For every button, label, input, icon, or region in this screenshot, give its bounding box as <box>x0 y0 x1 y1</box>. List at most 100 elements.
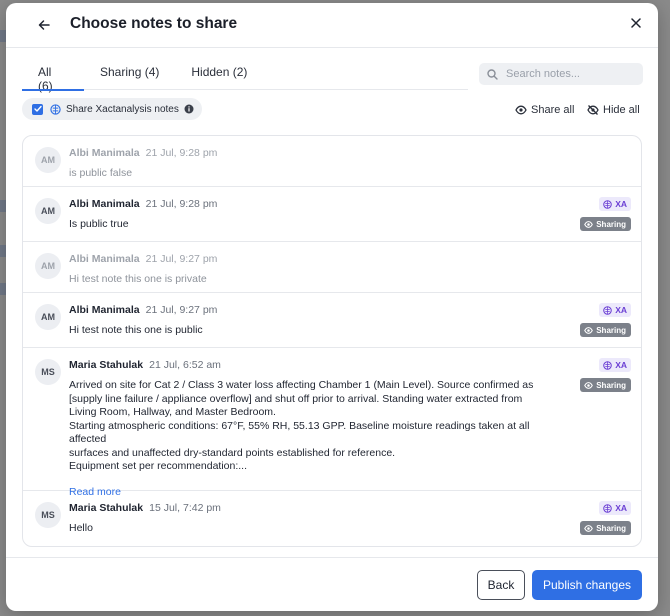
xa-badge-label: XA <box>615 305 627 315</box>
search-box <box>479 63 643 85</box>
arrow-left-icon <box>38 20 50 30</box>
eye-icon <box>515 105 527 115</box>
back-arrow-button[interactable] <box>34 15 54 35</box>
sharing-badge-label: Sharing <box>596 219 626 229</box>
note-author: Albi Manimala <box>69 198 140 210</box>
xa-badge: XA <box>599 303 631 317</box>
avatar: MS <box>35 502 61 528</box>
search-icon <box>487 68 498 80</box>
modal-title: Choose notes to share <box>70 15 238 32</box>
note-body: Hello <box>69 522 569 536</box>
xa-badge: XA <box>599 358 631 372</box>
back-button[interactable]: Back <box>477 570 525 600</box>
note-row[interactable]: AM Albi Manimala 21 Jul, 9:27 pm Hi test no… <box>23 242 641 293</box>
note-meta: Albi Manimala 21 Jul, 9:28 pm <box>69 146 629 160</box>
share-all-button[interactable]: Share all <box>515 104 574 116</box>
note-row[interactable]: MS Maria Stahulak 15 Jul, 7:42 pm Hello XA Sh… <box>23 491 641 545</box>
tab-sharing[interactable]: Sharing (4) <box>84 59 175 90</box>
eye-icon <box>584 381 594 389</box>
modal-header: Choose notes to share <box>6 3 658 48</box>
note-row[interactable]: AM Albi Manimala 21 Jul, 9:27 pm Hi test no… <box>23 293 641 348</box>
modal-footer: Back Publish changes <box>6 557 658 611</box>
share-notes-modal: Choose notes to share All (6) Sharing (4… <box>6 3 658 611</box>
eye-icon <box>584 220 594 228</box>
sharing-status-badge[interactable]: Sharing <box>580 323 631 337</box>
tab-all[interactable]: All (6) <box>22 59 84 93</box>
xa-badge: XA <box>599 501 631 515</box>
eye-icon <box>584 524 594 532</box>
eye-off-icon <box>587 105 599 115</box>
close-button[interactable] <box>626 13 646 33</box>
note-meta: Albi Manimala 21 Jul, 9:27 pm <box>69 303 629 317</box>
hide-all-label: Hide all <box>603 104 640 116</box>
filter-tabs: All (6) Sharing (4) Hidden (2) <box>22 59 468 93</box>
note-body-line: is public false <box>69 167 133 179</box>
note-row[interactable]: AM Albi Manimala 21 Jul, 9:28 pm is public … <box>23 136 641 187</box>
note-timestamp: 21 Jul, 9:28 pm <box>145 147 218 159</box>
note-body-line: Hi test note this one is public <box>69 324 203 336</box>
notes-list: AM Albi Manimala 21 Jul, 9:28 pm is public … <box>22 135 642 547</box>
share-xa-notes-toggle[interactable]: Share Xactanalysis notes <box>22 98 202 120</box>
sharing-badge-label: Sharing <box>596 380 626 390</box>
note-meta: Maria Stahulak 15 Jul, 7:42 pm <box>69 501 629 515</box>
sharing-status-badge[interactable]: Sharing <box>580 217 631 231</box>
note-author: Maria Stahulak <box>69 502 144 514</box>
avatar: AM <box>35 304 61 330</box>
checkbox-checked-icon[interactable] <box>32 103 43 115</box>
close-icon <box>631 18 641 28</box>
xactanalysis-logo-icon <box>603 503 612 513</box>
note-timestamp: 21 Jul, 9:28 pm <box>145 198 218 210</box>
note-body-line: Equipment set per recommendation:... <box>69 460 248 472</box>
note-body-line: Arrived on site for Cat 2 / Class 3 wate… <box>69 379 534 391</box>
xactanalysis-logo-icon <box>603 305 612 315</box>
note-author: Maria Stahulak <box>69 359 144 371</box>
xa-badge-label: XA <box>615 199 627 209</box>
note-badges: XA Sharing <box>580 303 631 337</box>
note-body-line: Hi test note this one is private <box>69 273 207 285</box>
note-meta: Albi Manimala 21 Jul, 9:27 pm <box>69 252 629 266</box>
note-badges: XA Sharing <box>580 197 631 231</box>
note-body: Hi test note this one is public <box>69 324 569 338</box>
xactanalysis-logo-icon <box>603 199 612 209</box>
note-body: Arrived on site for Cat 2 / Class 3 wate… <box>69 379 569 474</box>
note-body: is public false <box>69 167 569 181</box>
search-input[interactable] <box>506 68 636 80</box>
hide-all-button[interactable]: Hide all <box>587 104 640 116</box>
sharing-badge-label: Sharing <box>596 325 626 335</box>
avatar: MS <box>35 359 61 385</box>
note-body-line: surfaces and unaffected dry-standard poi… <box>69 446 396 459</box>
note-row[interactable]: AM Albi Manimala 21 Jul, 9:28 pm Is public … <box>23 187 641 242</box>
note-badges: XA Sharing <box>580 501 631 535</box>
note-body: Is public true <box>69 218 569 232</box>
note-body-line: Starting atmospheric conditions: 67°F, 5… <box>69 419 530 446</box>
note-body-line: Is public true <box>69 218 129 230</box>
xa-badge: XA <box>599 197 631 211</box>
note-meta: Albi Manimala 21 Jul, 9:28 pm <box>69 197 629 211</box>
sharing-status-badge[interactable]: Sharing <box>580 378 631 392</box>
note-body-line: Living Room, Hallway, and Master Bedroom… <box>69 406 276 418</box>
xa-badge-label: XA <box>615 360 627 370</box>
info-icon[interactable] <box>184 104 194 114</box>
note-body-line: [supply line failure / appliance overflo… <box>69 392 523 405</box>
avatar: AM <box>35 147 61 173</box>
publish-changes-button[interactable]: Publish changes <box>532 570 642 600</box>
note-timestamp: 21 Jul, 9:27 pm <box>145 253 218 265</box>
note-author: Albi Manimala <box>69 253 140 265</box>
note-author: Albi Manimala <box>69 147 140 159</box>
xa-toggle-label: Share Xactanalysis notes <box>66 103 179 115</box>
share-all-label: Share all <box>531 104 575 116</box>
xactanalysis-logo-icon <box>603 360 612 370</box>
note-body: Hi test note this one is private <box>69 273 569 287</box>
sharing-badge-label: Sharing <box>596 523 626 533</box>
note-timestamp: 21 Jul, 9:27 pm <box>145 304 218 316</box>
avatar: AM <box>35 198 61 224</box>
tab-hidden[interactable]: Hidden (2) <box>175 59 263 90</box>
eye-icon <box>584 326 594 334</box>
note-timestamp: 21 Jul, 6:52 am <box>149 359 221 371</box>
note-badges: XA Sharing <box>580 358 631 392</box>
note-timestamp: 15 Jul, 7:42 pm <box>149 502 221 514</box>
sharing-status-badge[interactable]: Sharing <box>580 521 631 535</box>
note-meta: Maria Stahulak 21 Jul, 6:52 am <box>69 358 629 372</box>
note-body-line: Hello <box>69 522 93 534</box>
note-row[interactable]: MS Maria Stahulak 21 Jul, 6:52 am Arrived o… <box>23 348 641 498</box>
